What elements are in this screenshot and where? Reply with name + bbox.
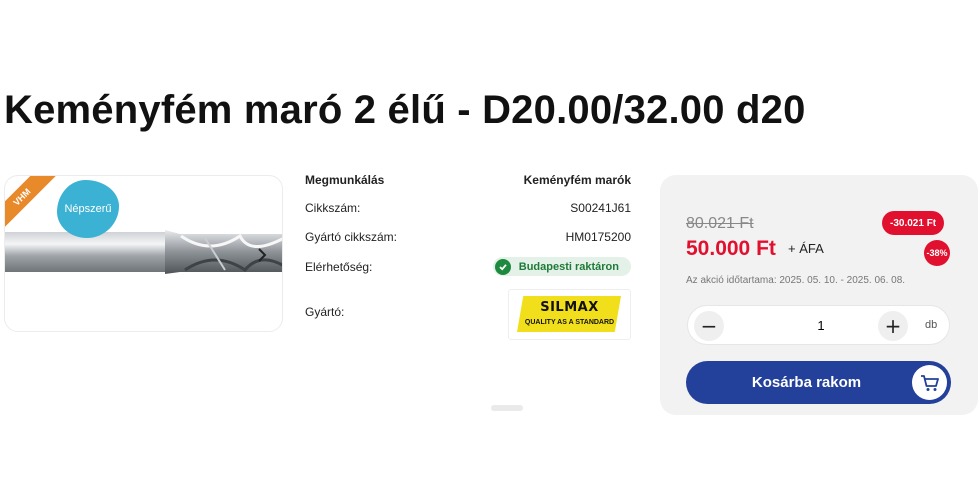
discount-amount-badge: -30.021 Ft <box>882 211 945 235</box>
stock-status-badge: Budapesti raktáron <box>492 257 631 276</box>
decrease-quantity-button[interactable]: − <box>694 311 724 341</box>
product-title: Keményfém maró 2 élű - D20.00/32.00 d20 <box>4 88 806 132</box>
discount-percent-badge: -38% <box>924 240 950 266</box>
manufacturer-logo[interactable]: SILMAX QUALITY AS A STANDARD <box>508 289 631 340</box>
spec-mfr-sku-label: Gyártó cikkszám: <box>305 230 398 244</box>
quantity-input[interactable] <box>796 318 846 333</box>
chevron-right-icon[interactable] <box>255 247 269 263</box>
spec-availability-label: Elérhetőség: <box>305 259 373 274</box>
promo-period: Az akció időtartama: 2025. 05. 10. - 202… <box>686 275 906 286</box>
spec-mfr-sku-value: HM0175200 <box>565 230 631 244</box>
logo-tagline: QUALITY AS A STANDARD <box>524 319 615 326</box>
spec-manufacturer-label: Gyártó: <box>305 305 345 319</box>
spec-sku-value: S00241J61 <box>570 201 631 215</box>
product-image-card[interactable]: VHM Népszerű <box>4 175 283 332</box>
cart-icon <box>912 365 947 400</box>
current-price: 50.000 Ft <box>686 237 776 260</box>
vat-note: + ÁFA <box>788 241 824 256</box>
spec-mfr-sku: Gyártó cikkszám: HM0175200 <box>305 230 631 244</box>
spec-sku-label: Cikkszám: <box>305 201 361 215</box>
old-price: 80.021 Ft <box>686 215 754 232</box>
spec-category-value[interactable]: Keményfém marók <box>524 173 631 187</box>
check-circle-icon <box>494 258 511 275</box>
add-to-cart-label: Kosárba rakom <box>751 374 862 391</box>
quantity-unit: db <box>925 319 938 331</box>
logo-name: SILMAX <box>540 300 599 315</box>
spec-category: Megmunkálás Keményfém marók <box>305 173 631 187</box>
quantity-stepper: − + db <box>687 305 950 345</box>
divider-handle <box>491 405 523 411</box>
product-image <box>5 230 282 274</box>
spec-availability: Elérhetőség: Budapesti raktáron <box>305 257 631 276</box>
spec-sku: Cikkszám: S00241J61 <box>305 201 631 215</box>
stock-status-text: Budapesti raktáron <box>518 260 619 273</box>
price-panel: 80.021 Ft -30.021 Ft 50.000 Ft + ÁFA -38… <box>660 175 978 415</box>
spec-manufacturer: Gyártó: <box>305 305 425 319</box>
increase-quantity-button[interactable]: + <box>878 311 908 341</box>
add-to-cart-button[interactable]: Kosárba rakom <box>686 361 951 404</box>
spec-category-label: Megmunkálás <box>305 173 385 187</box>
